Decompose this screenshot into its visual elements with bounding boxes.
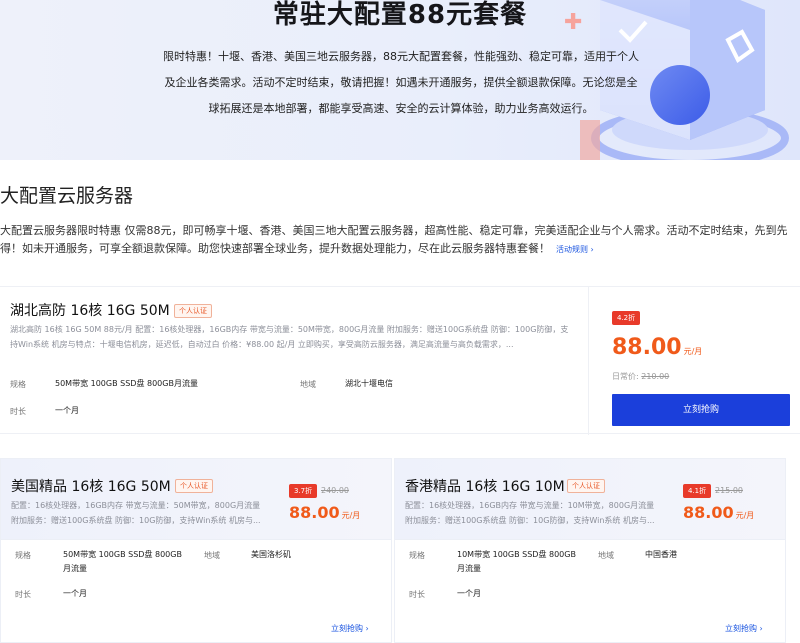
- duration-label: 时长: [15, 590, 31, 599]
- spec-value: 10M带宽 100GB SSD盘 800GB 月流量: [457, 550, 576, 573]
- original-price: 日常价: 210.00: [612, 372, 670, 381]
- spec-label: 规格: [10, 380, 26, 389]
- product-description: 配置：16核处理器，16GB内存 带宽与流量：50M带宽，800G月流量 附加服务…: [11, 501, 261, 525]
- auth-badge: 个人认证: [175, 479, 213, 493]
- spec-value: 50M带宽 100GB SSD盘 800GB月流量: [55, 379, 198, 388]
- duration-label: 时长: [409, 590, 425, 599]
- product-card-us: 美国精品 16核 16G 50M 个人认证 配置：16核处理器，16GB内存 带…: [0, 458, 392, 643]
- hero-banner: ✚ 常驻大配置88元套餐 限时特惠！十堰、香港、美国三地云服务器，88元大配置套…: [0, 0, 800, 160]
- product-description: 湖北高防 16核 16G 50M 88元/月 配置：16核处理器，16GB内存 …: [10, 325, 569, 349]
- hero-title: 常驻大配置88元套餐: [272, 0, 528, 30]
- price: 88.00 元/月: [612, 335, 703, 360]
- region-label: 地域: [598, 551, 614, 560]
- section-description: 大配置云服务器限时特惠 仅需88元，即可畅享十堰、香港、美国三地大配置云服务器，…: [0, 224, 788, 255]
- section-title: 大配置云服务器: [0, 185, 134, 207]
- discount-badge: 4.2折: [612, 311, 641, 325]
- product-card-hk: 香港精品 16核 16G 10M 个人认证 配置：16核处理器，16GB内存 带…: [394, 458, 786, 643]
- auth-badge: 个人认证: [174, 304, 212, 318]
- duration-value: 一个月: [63, 589, 87, 598]
- original-price: 240.00: [321, 486, 349, 495]
- card-header: 香港精品 16核 16G 10M 个人认证 配置：16核处理器，16GB内存 带…: [395, 459, 785, 539]
- region-value: 湖北十堰电信: [345, 379, 393, 388]
- region-label: 地域: [204, 551, 220, 560]
- original-price: 215.00: [715, 486, 743, 495]
- buy-now-button[interactable]: 立刻抢购: [612, 394, 790, 426]
- hero-description: 限时特惠！十堰、香港、美国三地云服务器，88元大配置套餐，性能强劲、稳定可靠，适…: [163, 50, 639, 115]
- discount-badge: 3.7折: [289, 484, 318, 498]
- duration-value: 一个月: [457, 589, 481, 598]
- duration-label: 时长: [10, 407, 26, 416]
- buy-now-link[interactable]: 立刻抢购 ›: [331, 623, 369, 634]
- buy-now-link[interactable]: 立刻抢购 ›: [725, 623, 763, 634]
- discount-badge: 4.1折: [683, 484, 712, 498]
- product-name: 香港精品 16核 16G 10M: [405, 479, 565, 495]
- product-card-hubei: 湖北高防 16核 16G 50M 个人认证 湖北高防 16核 16G 50M 8…: [0, 286, 800, 435]
- duration-value: 一个月: [55, 406, 79, 415]
- rules-link[interactable]: 活动规则 ›: [556, 245, 594, 254]
- product-name: 湖北高防 16核 16G 50M: [10, 303, 170, 319]
- region-value: 美国洛杉矶: [251, 550, 291, 559]
- price: 88.00 元/月: [289, 503, 361, 522]
- auth-badge: 个人认证: [567, 479, 605, 493]
- spec-label: 规格: [409, 551, 425, 560]
- product-name: 美国精品 16核 16G 50M: [11, 479, 171, 495]
- product-info: 湖北高防 16核 16G 50M 个人认证 湖北高防 16核 16G 50M 8…: [0, 287, 588, 435]
- divider: [1, 539, 391, 540]
- price-panel: 4.2折 88.00 元/月 日常价: 210.00 立刻抢购: [588, 287, 800, 435]
- divider: [395, 539, 785, 540]
- spec-label: 规格: [15, 551, 31, 560]
- card-header: 美国精品 16核 16G 50M 个人认证 配置：16核处理器，16GB内存 带…: [1, 459, 391, 539]
- region-label: 地域: [300, 380, 316, 389]
- spec-value: 50M带宽 100GB SSD盘 800GB月流量: [63, 550, 182, 573]
- price: 88.00 元/月: [683, 503, 755, 522]
- product-description: 配置：16核处理器，16GB内存 带宽与流量：10M带宽，800G月流量 附加服务…: [405, 501, 655, 525]
- region-value: 中国香港: [645, 550, 677, 559]
